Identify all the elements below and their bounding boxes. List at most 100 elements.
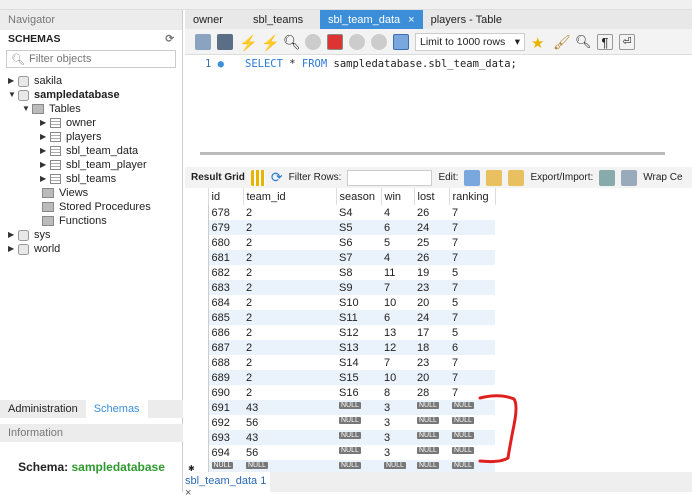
cell-team-id[interactable]: 56 [243, 445, 336, 460]
row-header[interactable] [185, 340, 209, 355]
functions-folder[interactable]: Functions [8, 214, 182, 228]
row-header[interactable] [185, 400, 209, 415]
row-header[interactable] [185, 385, 209, 400]
commit-icon[interactable] [349, 33, 365, 50]
cell-id[interactable]: 681 [208, 250, 243, 265]
collapse-icon[interactable]: ▼ [22, 102, 32, 116]
tab-sbl-teams[interactable]: sbl_teams [245, 10, 320, 29]
open-icon[interactable] [195, 33, 211, 50]
cell-win[interactable]: 13 [381, 325, 414, 340]
beautify-icon[interactable]: 🖌 [553, 34, 571, 50]
cell-id[interactable]: 690 [208, 385, 243, 400]
column-header-ranking[interactable]: ranking [449, 188, 496, 205]
cell-ranking[interactable]: 7 [449, 370, 495, 385]
cell-id[interactable]: 689 [208, 370, 243, 385]
cell-win[interactable]: 10 [381, 295, 414, 310]
wrap-icon[interactable]: ⏎ [619, 33, 635, 50]
cell-id[interactable]: 686 [208, 325, 243, 340]
cell-id[interactable]: 684 [208, 295, 243, 310]
table-sbl-team-player[interactable]: ▶ sbl_team_player [8, 158, 182, 172]
table-row[interactable]: 686 2 S12 13 17 5 [185, 325, 495, 340]
explain-icon[interactable]: 🔍︎ [283, 34, 301, 50]
row-header[interactable] [185, 430, 209, 445]
cell-team-id[interactable]: 2 [243, 325, 336, 340]
cell-id[interactable]: 683 [208, 280, 243, 295]
cell-ranking[interactable]: 5 [449, 325, 495, 340]
tab-sbl-team-data[interactable]: sbl_team_data × [320, 10, 423, 29]
cell-win[interactable]: 3 [381, 430, 414, 445]
table-row[interactable]: 678 2 S4 4 26 7 [185, 205, 495, 220]
cell-season[interactable]: S16 [336, 385, 381, 400]
cell-ranking[interactable]: 7 [449, 205, 495, 220]
tab-schemas[interactable]: Schemas [85, 400, 148, 418]
cell-season[interactable]: S7 [336, 250, 381, 265]
limit-rows-select[interactable]: Limit to 1000 rows ▾ [415, 32, 525, 51]
delete-row-icon[interactable] [508, 169, 525, 186]
cell-season[interactable]: S4 [336, 205, 381, 220]
cell-team-id[interactable]: 56 [243, 415, 336, 430]
stored-procedures-folder[interactable]: Stored Procedures [8, 200, 182, 214]
tables-folder[interactable]: ▼ Tables [8, 102, 182, 116]
cell-lost[interactable]: 23 [414, 355, 449, 370]
result-grid-label[interactable]: Result Grid [191, 172, 245, 183]
invisible-chars-icon[interactable]: ¶ [597, 33, 613, 50]
row-header[interactable] [185, 310, 209, 325]
column-header-id[interactable]: id [208, 188, 244, 205]
row-header[interactable] [185, 415, 209, 430]
expand-icon[interactable]: ▶ [8, 228, 18, 242]
expand-icon[interactable]: ▶ [40, 116, 50, 130]
row-header[interactable] [185, 280, 209, 295]
cell-season[interactable]: NULL [336, 400, 381, 415]
row-header[interactable] [185, 205, 209, 220]
cell-lost[interactable]: 23 [414, 280, 449, 295]
cell-id[interactable]: 680 [208, 235, 243, 250]
grid-layout-icon[interactable] [250, 169, 265, 186]
cell-win[interactable]: 11 [381, 265, 414, 280]
row-header[interactable] [185, 370, 209, 385]
import-icon[interactable] [621, 169, 638, 186]
collapse-icon[interactable]: ▼ [8, 88, 18, 102]
row-header[interactable] [185, 235, 209, 250]
cell-id[interactable]: 685 [208, 310, 243, 325]
table-players[interactable]: ▶ players [8, 130, 182, 144]
table-sbl-teams[interactable]: ▶ sbl_teams [8, 172, 182, 186]
cell-id[interactable]: 694 [208, 445, 243, 460]
table-owner[interactable]: ▶ owner [8, 116, 182, 130]
cell-season[interactable]: S13 [336, 340, 381, 355]
schema-sakila[interactable]: ▶ sakila [8, 74, 182, 88]
find-icon[interactable]: 🔍︎ [575, 34, 592, 50]
cell-win[interactable]: 3 [381, 415, 414, 430]
expand-icon[interactable]: ▶ [40, 158, 50, 172]
execute-icon[interactable]: ⚡ [239, 34, 258, 52]
cell-win[interactable]: 10 [381, 370, 414, 385]
cell-season[interactable]: NULL [336, 445, 381, 460]
cell-team-id[interactable]: 2 [243, 295, 336, 310]
cell-id[interactable]: 687 [208, 340, 243, 355]
table-row[interactable]: 681 2 S7 4 26 7 [185, 250, 495, 265]
views-folder[interactable]: Views [8, 186, 182, 200]
cell-id[interactable]: 678 [208, 205, 243, 220]
cell-season[interactable]: NULL [336, 415, 381, 430]
schema-world[interactable]: ▶ world [8, 242, 182, 256]
cell-win[interactable]: 6 [381, 310, 414, 325]
cell-lost[interactable]: 28 [414, 385, 449, 400]
cell-lost[interactable]: 24 [414, 310, 449, 325]
expand-icon[interactable]: ▶ [8, 74, 18, 88]
cell-team-id[interactable]: 2 [243, 310, 336, 325]
cell-lost[interactable]: 20 [414, 370, 449, 385]
table-row[interactable]: 684 2 S10 10 20 5 [185, 295, 495, 310]
table-row[interactable]: 688 2 S14 7 23 7 [185, 355, 495, 370]
close-icon[interactable]: × [408, 14, 414, 26]
table-row[interactable]: 687 2 S13 12 18 6 [185, 340, 495, 355]
cell-lost[interactable]: 26 [414, 250, 449, 265]
cell-win[interactable]: 5 [381, 235, 414, 250]
cell-lost[interactable]: 19 [414, 265, 449, 280]
expand-icon[interactable]: ▶ [8, 242, 18, 256]
table-row[interactable]: 685 2 S11 6 24 7 [185, 310, 495, 325]
cell-season[interactable]: S9 [336, 280, 381, 295]
tab-owner[interactable]: owner [185, 10, 245, 29]
save-icon[interactable] [217, 33, 233, 50]
cell-team-id[interactable]: 2 [243, 220, 336, 235]
cell-ranking[interactable]: 7 [449, 235, 495, 250]
cell-season[interactable]: S5 [336, 220, 381, 235]
